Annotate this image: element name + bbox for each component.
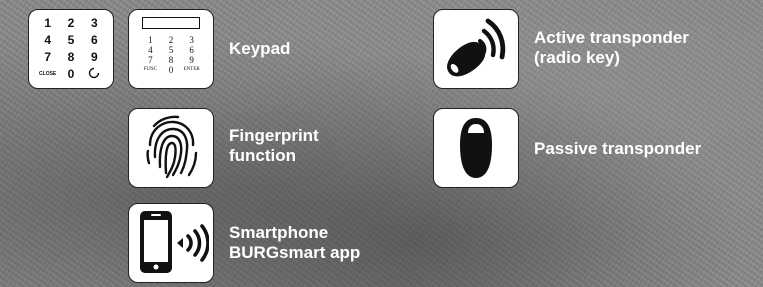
key-2: 2 [168,35,174,45]
active-transponder-label: Active transponder (radio key) [534,28,689,67]
key-1: 1 [44,16,51,30]
smartphone-signal-icon [128,203,214,283]
key-func: FUNC [143,67,157,72]
keypad-display-grid: 1 2 3 4 5 6 7 8 9 FUNC 0 ENTER [140,35,202,75]
key-9: 9 [189,55,194,65]
radio-key-icon [433,9,519,89]
key-4: 4 [44,33,51,47]
key-5: 5 [168,45,174,55]
fingerprint-label: Fingerprint function [229,126,319,165]
key-2: 2 [67,16,75,30]
keypad-label: Keypad [229,39,291,58]
key-close: CLOSE [39,71,57,77]
key-7: 7 [148,55,153,65]
key-8: 8 [168,55,174,65]
key-3: 3 [90,16,98,30]
key-0: 0 [67,67,75,81]
key-5: 5 [67,33,75,47]
keypad-round-grid: 1 2 3 4 5 6 7 8 9 CLOSE 0 [36,16,106,82]
fingerprint-icon [128,108,214,188]
keypad-round-icon: 1 2 3 4 5 6 7 8 9 CLOSE 0 [28,9,114,89]
keypad-display-screen [142,17,200,29]
key-enter: ENTER [183,67,200,72]
key-7: 7 [44,50,51,64]
key-6: 6 [189,45,194,55]
key-0: 0 [168,65,174,75]
key-circle-icon [83,67,106,82]
passive-transponder-label: Passive transponder [534,139,702,158]
key-9: 9 [90,50,98,64]
key-6: 6 [90,33,98,47]
passive-transponder-icon [433,108,519,188]
smartphone-label: Smartphone BURGsmart app [229,223,361,262]
key-4: 4 [148,45,153,55]
key-3: 3 [189,35,194,45]
keypad-display-icon: 1 2 3 4 5 6 7 8 9 FUNC 0 ENTER [128,9,214,89]
key-1: 1 [148,35,153,45]
key-8: 8 [67,50,75,64]
